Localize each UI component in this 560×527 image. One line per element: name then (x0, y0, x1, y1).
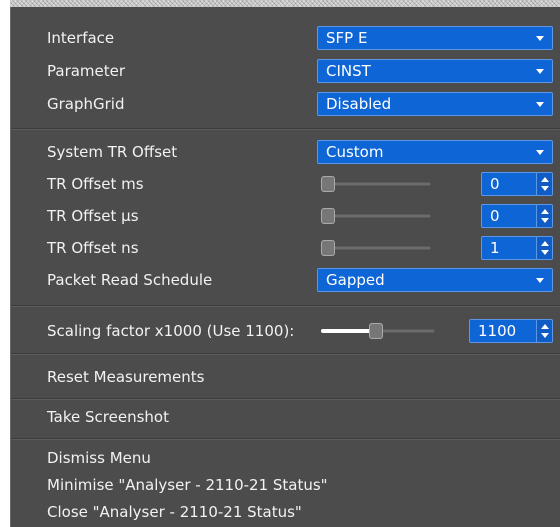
scaling-factor-spinbox[interactable]: 1100 (469, 319, 553, 343)
close-window-button[interactable]: Close "Analyser - 2110-21 Status" (47, 497, 302, 527)
slider-thumb[interactable] (321, 176, 335, 192)
arrow-up-icon[interactable] (541, 241, 549, 246)
tr-offset-ms-slider[interactable] (321, 169, 431, 199)
slider-track (327, 182, 431, 186)
slider-thumb[interactable] (369, 323, 383, 339)
arrow-up-icon[interactable] (541, 177, 549, 182)
tr-offset-ms-row: TR Offset ms 0 (11, 169, 560, 199)
tr-offset-ns-label: TR Offset ns (47, 239, 139, 257)
slider-thumb[interactable] (321, 208, 335, 224)
packet-read-schedule-label: Packet Read Schedule (47, 271, 213, 289)
arrow-up-icon[interactable] (541, 209, 549, 214)
parameter-value: CINST (326, 62, 371, 80)
arrow-down-icon[interactable] (541, 186, 549, 191)
packet-read-schedule-value: Gapped (326, 271, 385, 289)
scaling-factor-label: Scaling factor x1000 (Use 1100): (47, 322, 295, 340)
chevron-down-icon (536, 102, 544, 107)
divider (11, 128, 560, 130)
scaling-factor-row: Scaling factor x1000 (Use 1100): 1100 (11, 314, 560, 348)
tr-offset-us-label: TR Offset µs (47, 207, 139, 225)
divider (11, 353, 560, 355)
tr-offset-us-slider[interactable] (321, 201, 431, 231)
graphgrid-value: Disabled (326, 95, 392, 113)
parameter-row: Parameter CINST (11, 56, 560, 86)
arrow-down-icon[interactable] (541, 333, 549, 338)
spin-arrows[interactable] (536, 205, 552, 227)
system-tr-offset-dropdown[interactable]: Custom (317, 140, 553, 164)
tr-offset-ns-spinbox[interactable]: 1 (481, 236, 553, 260)
system-tr-offset-row: System TR Offset Custom (11, 137, 560, 167)
scaling-factor-slider[interactable] (315, 314, 435, 348)
tr-offset-ms-spinbox[interactable]: 0 (481, 172, 553, 196)
interface-label: Interface (47, 29, 115, 47)
slider-thumb[interactable] (321, 240, 335, 256)
graphgrid-row: GraphGrid Disabled (11, 89, 560, 119)
tr-offset-us-spinbox[interactable]: 0 (481, 204, 553, 228)
divider (11, 438, 560, 440)
arrow-up-icon[interactable] (541, 324, 549, 329)
tr-offset-ms-label: TR Offset ms (47, 175, 144, 193)
tr-offset-us-value: 0 (490, 207, 500, 225)
context-menu-window: Interface SFP E Parameter CINST GraphGri… (0, 0, 560, 527)
divider (11, 398, 560, 400)
graphgrid-label: GraphGrid (47, 95, 125, 113)
chevron-down-icon (536, 150, 544, 155)
tr-offset-us-row: TR Offset µs 0 (11, 201, 560, 231)
slider-track (327, 214, 431, 218)
arrow-down-icon[interactable] (541, 250, 549, 255)
scaling-factor-value: 1100 (478, 322, 517, 340)
tr-offset-ns-row: TR Offset ns 1 (11, 233, 560, 263)
tr-offset-ms-value: 0 (490, 175, 500, 193)
spin-arrows[interactable] (536, 320, 552, 342)
arrow-down-icon[interactable] (541, 218, 549, 223)
spin-arrows[interactable] (536, 237, 552, 259)
tr-offset-ns-slider[interactable] (321, 233, 431, 263)
reset-measurements-button[interactable]: Reset Measurements (47, 362, 204, 392)
system-tr-offset-value: Custom (326, 143, 384, 161)
interface-row: Interface SFP E (11, 23, 560, 53)
menu-panel: Interface SFP E Parameter CINST GraphGri… (10, 7, 560, 527)
system-tr-offset-label: System TR Offset (47, 143, 178, 161)
packet-read-schedule-dropdown[interactable]: Gapped (317, 268, 553, 292)
chevron-down-icon (536, 69, 544, 74)
tr-offset-ns-value: 1 (490, 239, 500, 257)
minimise-window-button[interactable]: Minimise "Analyser - 2110-21 Status" (47, 470, 328, 500)
parameter-dropdown[interactable]: CINST (317, 59, 553, 83)
parameter-label: Parameter (47, 62, 126, 80)
graphgrid-dropdown[interactable]: Disabled (317, 92, 553, 116)
interface-dropdown[interactable]: SFP E (317, 26, 553, 50)
chevron-down-icon (536, 36, 544, 41)
chevron-down-icon (536, 278, 544, 283)
dismiss-menu-button[interactable]: Dismiss Menu (47, 443, 151, 473)
spin-arrows[interactable] (536, 173, 552, 195)
divider (11, 305, 560, 307)
packet-read-schedule-row: Packet Read Schedule Gapped (11, 265, 560, 295)
slider-fill (321, 329, 376, 333)
interface-value: SFP E (326, 29, 368, 47)
take-screenshot-button[interactable]: Take Screenshot (47, 402, 169, 432)
slider-track (327, 246, 431, 250)
menu-title-strip (10, 0, 560, 7)
